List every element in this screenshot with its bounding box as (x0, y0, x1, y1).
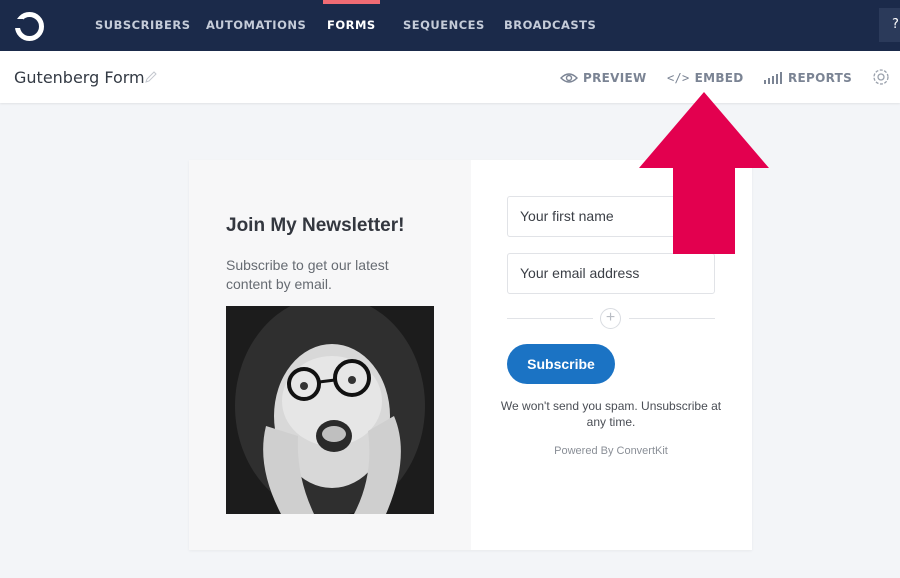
help-button[interactable]: ? (879, 8, 900, 42)
tab-preview[interactable]: PREVIEW (560, 69, 647, 87)
form-headline[interactable]: Join My Newsletter! (226, 215, 404, 237)
nav-item-forms[interactable]: FORMS (323, 0, 380, 51)
gear-icon[interactable] (870, 66, 892, 88)
pencil-icon[interactable] (144, 70, 158, 84)
top-nav: SUBSCRIBERS AUTOMATIONS FORMS SEQUENCES … (0, 0, 900, 51)
form-subtext[interactable]: Subscribe to get our latest content by e… (226, 256, 426, 294)
page-title: Gutenberg Form (14, 68, 145, 87)
nav-item-sequences[interactable]: SEQUENCES (403, 0, 485, 51)
tab-embed-label: EMBED (694, 71, 744, 85)
arrow-up-icon (639, 92, 769, 254)
form-left-panel: Join My Newsletter! Subscribe to get our… (189, 160, 471, 550)
tab-reports[interactable]: REPORTS (763, 69, 852, 87)
nav-item-automations[interactable]: AUTOMATIONS (206, 0, 306, 51)
divider-left (507, 318, 593, 319)
nav-item-subscribers[interactable]: SUBSCRIBERS (95, 0, 191, 51)
convertkit-logo-icon[interactable] (14, 11, 45, 42)
tab-preview-label: PREVIEW (583, 71, 647, 85)
code-icon: </> (667, 71, 690, 85)
eye-icon (560, 73, 578, 83)
bar-chart-icon (764, 72, 782, 84)
subscribe-button[interactable]: Subscribe (507, 344, 615, 384)
spam-notice[interactable]: We won't send you spam. Unsubscribe at a… (499, 398, 723, 430)
powered-by-label: Powered By ConvertKit (554, 445, 668, 457)
email-field[interactable]: Your email address (507, 253, 715, 294)
tab-embed[interactable]: </> EMBED (667, 69, 744, 87)
nav-item-broadcasts[interactable]: BROADCASTS (504, 0, 596, 51)
divider-right (629, 318, 715, 319)
profile-photo[interactable] (226, 306, 434, 514)
tab-reports-label: REPORTS (788, 71, 853, 85)
add-field-icon[interactable]: + (600, 308, 621, 329)
